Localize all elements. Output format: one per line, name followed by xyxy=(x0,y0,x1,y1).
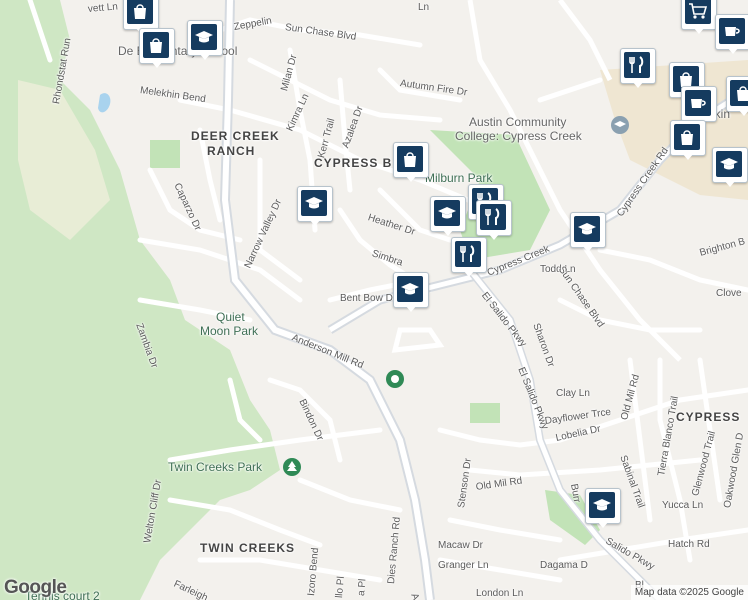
pin-restaurant-4[interactable] xyxy=(620,48,656,88)
pin-school-2[interactable] xyxy=(297,186,333,226)
street-label: a Pl xyxy=(356,578,369,597)
graduation-cap-icon xyxy=(438,207,456,219)
street-label: Clay Ln xyxy=(556,388,590,399)
pin-shopping-3[interactable] xyxy=(393,142,429,182)
shopping-bag-icon xyxy=(737,86,748,101)
water-body xyxy=(98,93,111,113)
poi-label-twin-creeks-park[interactable]: Twin Creeks Park xyxy=(168,461,262,473)
street-label: Yucca Ln xyxy=(662,500,704,511)
poi-label-moon-park[interactable]: Moon Park xyxy=(200,325,258,337)
fork-knife-icon xyxy=(460,245,475,262)
area-label-ranch: RANCH xyxy=(207,144,256,158)
college-marker-icon[interactable] xyxy=(611,116,629,134)
pin-shopping-6[interactable] xyxy=(670,120,706,160)
graduation-cap-icon xyxy=(720,158,738,170)
street-label: Dagama D xyxy=(540,560,588,571)
map-canvas[interactable]: DEER CREEK RANCH CYPRESS B TWIN CREEKS C… xyxy=(0,0,748,600)
graduation-cap-icon xyxy=(305,197,323,209)
poi-label-acc-1[interactable]: Austin Community xyxy=(469,116,566,128)
shopping-bag-icon xyxy=(404,152,416,167)
pin-cart-1[interactable] xyxy=(681,0,717,34)
pin-restaurant-2[interactable] xyxy=(476,200,512,240)
pin-restaurant-3[interactable] xyxy=(451,237,487,277)
street-label: llo Pl xyxy=(334,575,347,599)
street-label: Macaw Dr xyxy=(438,540,484,551)
shopping-bag-icon xyxy=(681,130,693,145)
pin-shopping-2[interactable] xyxy=(139,28,175,68)
park-patch xyxy=(470,403,500,423)
map-attribution[interactable]: Map data ©2025 Google xyxy=(630,585,748,600)
street-label: Bent Bow D xyxy=(340,293,393,304)
fork-knife-icon xyxy=(485,208,500,225)
fork-knife-icon xyxy=(629,56,644,73)
pin-school-6[interactable] xyxy=(585,488,621,528)
pin-school-3[interactable] xyxy=(430,196,466,236)
shopping-bag-icon xyxy=(134,4,146,19)
coffee-cup-icon xyxy=(725,27,740,36)
area-label-deer-creek: DEER CREEK xyxy=(191,129,280,143)
pin-school-7[interactable] xyxy=(712,147,748,187)
graduation-cap-icon xyxy=(593,499,611,511)
graduation-cap-icon xyxy=(578,223,596,235)
street-label: Ln xyxy=(418,2,430,13)
google-logo[interactable]: Google xyxy=(4,577,67,599)
pin-coffee-1[interactable] xyxy=(715,14,748,54)
coffee-cup-icon xyxy=(691,99,706,108)
pin-school-5[interactable] xyxy=(393,272,429,312)
street-label: Hatch Rd xyxy=(668,539,710,550)
area-label-cypress: CYPRESS xyxy=(676,410,741,424)
area-label-twin-creeks: TWIN CREEKS xyxy=(200,541,295,555)
pin-school-1[interactable] xyxy=(187,20,223,60)
poi-label-quiet[interactable]: Quiet xyxy=(216,311,245,323)
street-label: London Ln xyxy=(476,588,524,599)
shopping-bag-icon xyxy=(150,38,162,53)
pin-school-4[interactable] xyxy=(570,212,606,252)
tree-icon[interactable] xyxy=(283,458,301,476)
poi-label-acc-2[interactable]: College: Cypress Creek xyxy=(455,130,582,142)
park-marker-icon[interactable] xyxy=(386,370,404,388)
graduation-cap-icon xyxy=(195,31,213,43)
street-label: Clove xyxy=(716,288,742,299)
poi-label-milburn-park[interactable]: Milburn Park xyxy=(425,172,492,184)
graduation-cap-icon xyxy=(401,283,419,295)
street-label: Granger Ln xyxy=(438,560,489,571)
pin-shopping-5[interactable] xyxy=(726,76,748,116)
shopping-cart-icon xyxy=(689,3,708,19)
park-patch-3 xyxy=(150,140,180,168)
